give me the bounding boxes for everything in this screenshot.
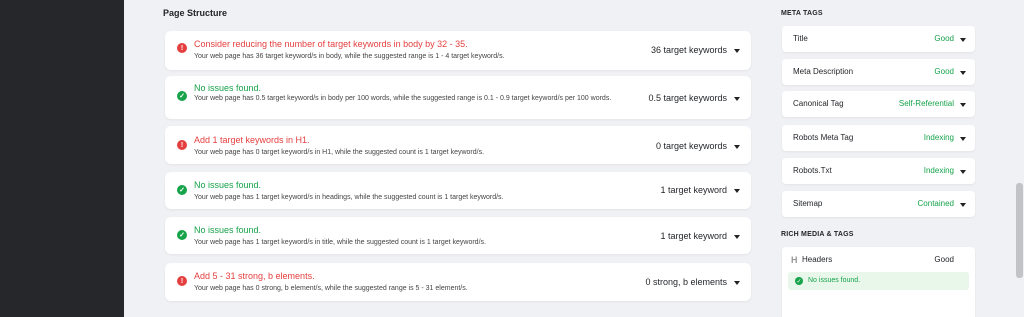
chevron-down-icon[interactable] bbox=[960, 38, 966, 42]
check-value: 1 target keyword bbox=[660, 231, 727, 241]
check-circle-icon: ✓ bbox=[795, 277, 803, 285]
check-description: Your web page has 0.5 target keyword/s i… bbox=[194, 95, 612, 102]
check-value: 36 target keywords bbox=[650, 45, 727, 55]
meta-item-title[interactable]: Title Good bbox=[782, 26, 975, 52]
check-title: No issues found. bbox=[194, 83, 262, 93]
check-description: Your web page has 0 strong, b element/s,… bbox=[194, 285, 468, 292]
check-title: Add 1 target keywords in H1. bbox=[194, 135, 310, 145]
rich-item-status: Good bbox=[934, 255, 954, 264]
chevron-down-icon[interactable] bbox=[734, 49, 740, 53]
rich-item-note: ✓ No issues found. bbox=[788, 272, 969, 290]
check-description: Your web page has 1 target keyword/s in … bbox=[194, 194, 504, 201]
check-card-title-keywords[interactable]: ✓ No issues found. Your web page has 1 t… bbox=[165, 217, 751, 254]
error-icon: ! bbox=[177, 276, 187, 286]
check-circle-icon: ✓ bbox=[177, 230, 187, 240]
left-sidebar-rail bbox=[0, 0, 124, 317]
header-icon: H bbox=[791, 255, 798, 265]
check-description: Your web page has 36 target keyword/s in… bbox=[194, 53, 505, 60]
meta-item-status: Indexing bbox=[923, 133, 954, 142]
check-value: 0 strong, b elements bbox=[645, 277, 727, 287]
chevron-down-icon[interactable] bbox=[734, 189, 740, 193]
chevron-down-icon[interactable] bbox=[734, 235, 740, 239]
error-icon: ! bbox=[177, 43, 187, 53]
meta-tags-heading: META TAGS bbox=[781, 10, 823, 17]
check-description: Your web page has 0 target keyword/s in … bbox=[194, 149, 485, 156]
chevron-down-icon[interactable] bbox=[960, 203, 966, 207]
check-card-keyword-density[interactable]: ✓ No issues found. Your web page has 0.5… bbox=[165, 76, 751, 119]
meta-item-meta-description[interactable]: Meta Description Good bbox=[782, 59, 975, 85]
meta-item-status: Contained bbox=[917, 199, 954, 208]
page-scrollbar[interactable] bbox=[1015, 0, 1024, 317]
check-value: 0 target keywords bbox=[655, 141, 727, 151]
page-structure-title: Page Structure bbox=[163, 8, 228, 18]
rich-item-note-text: No issues found. bbox=[808, 277, 861, 284]
check-card-body-keywords[interactable]: ! Consider reducing the number of target… bbox=[165, 31, 751, 70]
check-card-strong-elements[interactable]: ! Add 5 - 31 strong, b elements. Your we… bbox=[165, 263, 751, 301]
rich-item-headers[interactable]: H Headers Good ✓ No issues found. bbox=[782, 247, 975, 317]
chevron-down-icon[interactable] bbox=[960, 170, 966, 174]
check-title: No issues found. bbox=[194, 225, 262, 235]
meta-item-label: Sitemap bbox=[793, 199, 823, 208]
check-value: 1 target keyword bbox=[660, 185, 727, 195]
check-value: 0.5 target keywords bbox=[648, 93, 727, 103]
chevron-down-icon[interactable] bbox=[734, 97, 740, 101]
meta-item-label: Title bbox=[793, 34, 808, 43]
meta-item-label: Robots Meta Tag bbox=[793, 133, 854, 142]
check-title: Consider reducing the number of target k… bbox=[194, 39, 468, 49]
meta-item-label: Canonical Tag bbox=[793, 99, 844, 108]
meta-item-status: Good bbox=[934, 34, 954, 43]
chevron-down-icon[interactable] bbox=[960, 103, 966, 107]
meta-item-status: Indexing bbox=[923, 166, 954, 175]
rich-item-label: Headers bbox=[802, 255, 833, 264]
check-card-heading-keywords[interactable]: ✓ No issues found. Your web page has 1 t… bbox=[165, 172, 751, 209]
check-circle-icon: ✓ bbox=[177, 185, 187, 195]
meta-item-robots-txt[interactable]: Robots.Txt Indexing bbox=[782, 158, 975, 184]
check-circle-icon: ✓ bbox=[177, 91, 187, 101]
check-title: No issues found. bbox=[194, 180, 262, 190]
chevron-down-icon[interactable] bbox=[960, 137, 966, 141]
meta-item-label: Robots.Txt bbox=[793, 166, 832, 175]
check-card-h1-keywords[interactable]: ! Add 1 target keywords in H1. Your web … bbox=[165, 126, 751, 164]
meta-item-sitemap[interactable]: Sitemap Contained bbox=[782, 191, 975, 217]
error-icon: ! bbox=[177, 140, 187, 150]
meta-item-canonical-tag[interactable]: Canonical Tag Self-Referential bbox=[782, 91, 975, 117]
chevron-down-icon[interactable] bbox=[734, 281, 740, 285]
meta-item-label: Meta Description bbox=[793, 67, 854, 76]
chevron-down-icon[interactable] bbox=[960, 71, 966, 75]
scrollbar-thumb[interactable] bbox=[1016, 183, 1023, 278]
meta-item-robots-meta-tag[interactable]: Robots Meta Tag Indexing bbox=[782, 125, 975, 151]
meta-item-status: Good bbox=[934, 67, 954, 76]
meta-item-status: Self-Referential bbox=[898, 99, 954, 108]
chevron-down-icon[interactable] bbox=[734, 145, 740, 149]
rich-media-heading: RICH MEDIA & TAGS bbox=[781, 231, 854, 238]
check-description: Your web page has 1 target keyword/s in … bbox=[194, 239, 486, 246]
check-title: Add 5 - 31 strong, b elements. bbox=[194, 271, 315, 281]
